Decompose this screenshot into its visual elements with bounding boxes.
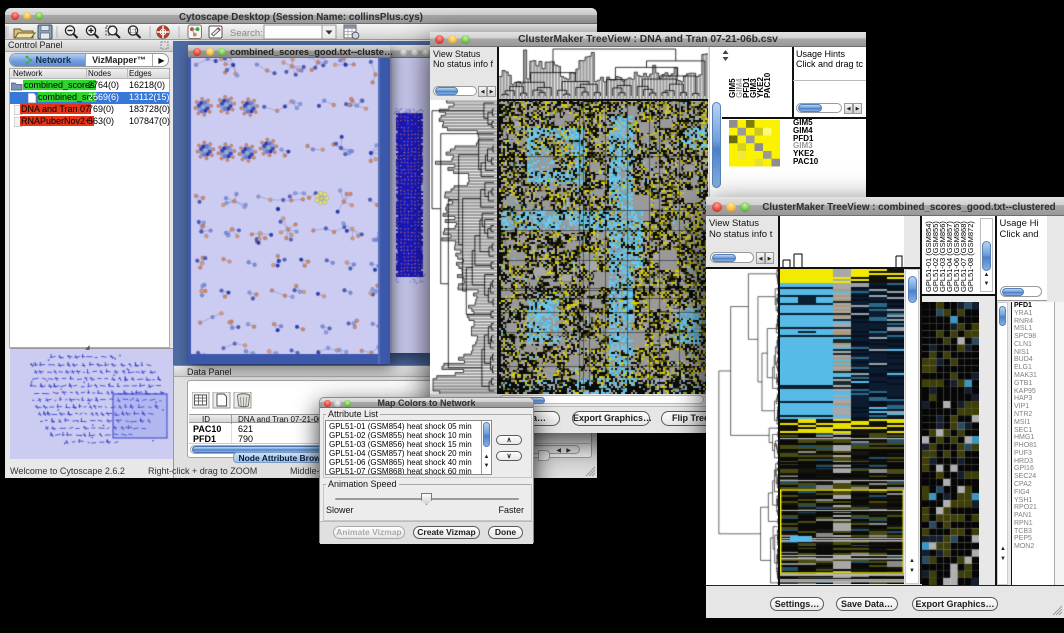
svg-text:Search:: Search: [230,28,263,39]
svg-text:1:1: 1:1 [129,29,137,35]
